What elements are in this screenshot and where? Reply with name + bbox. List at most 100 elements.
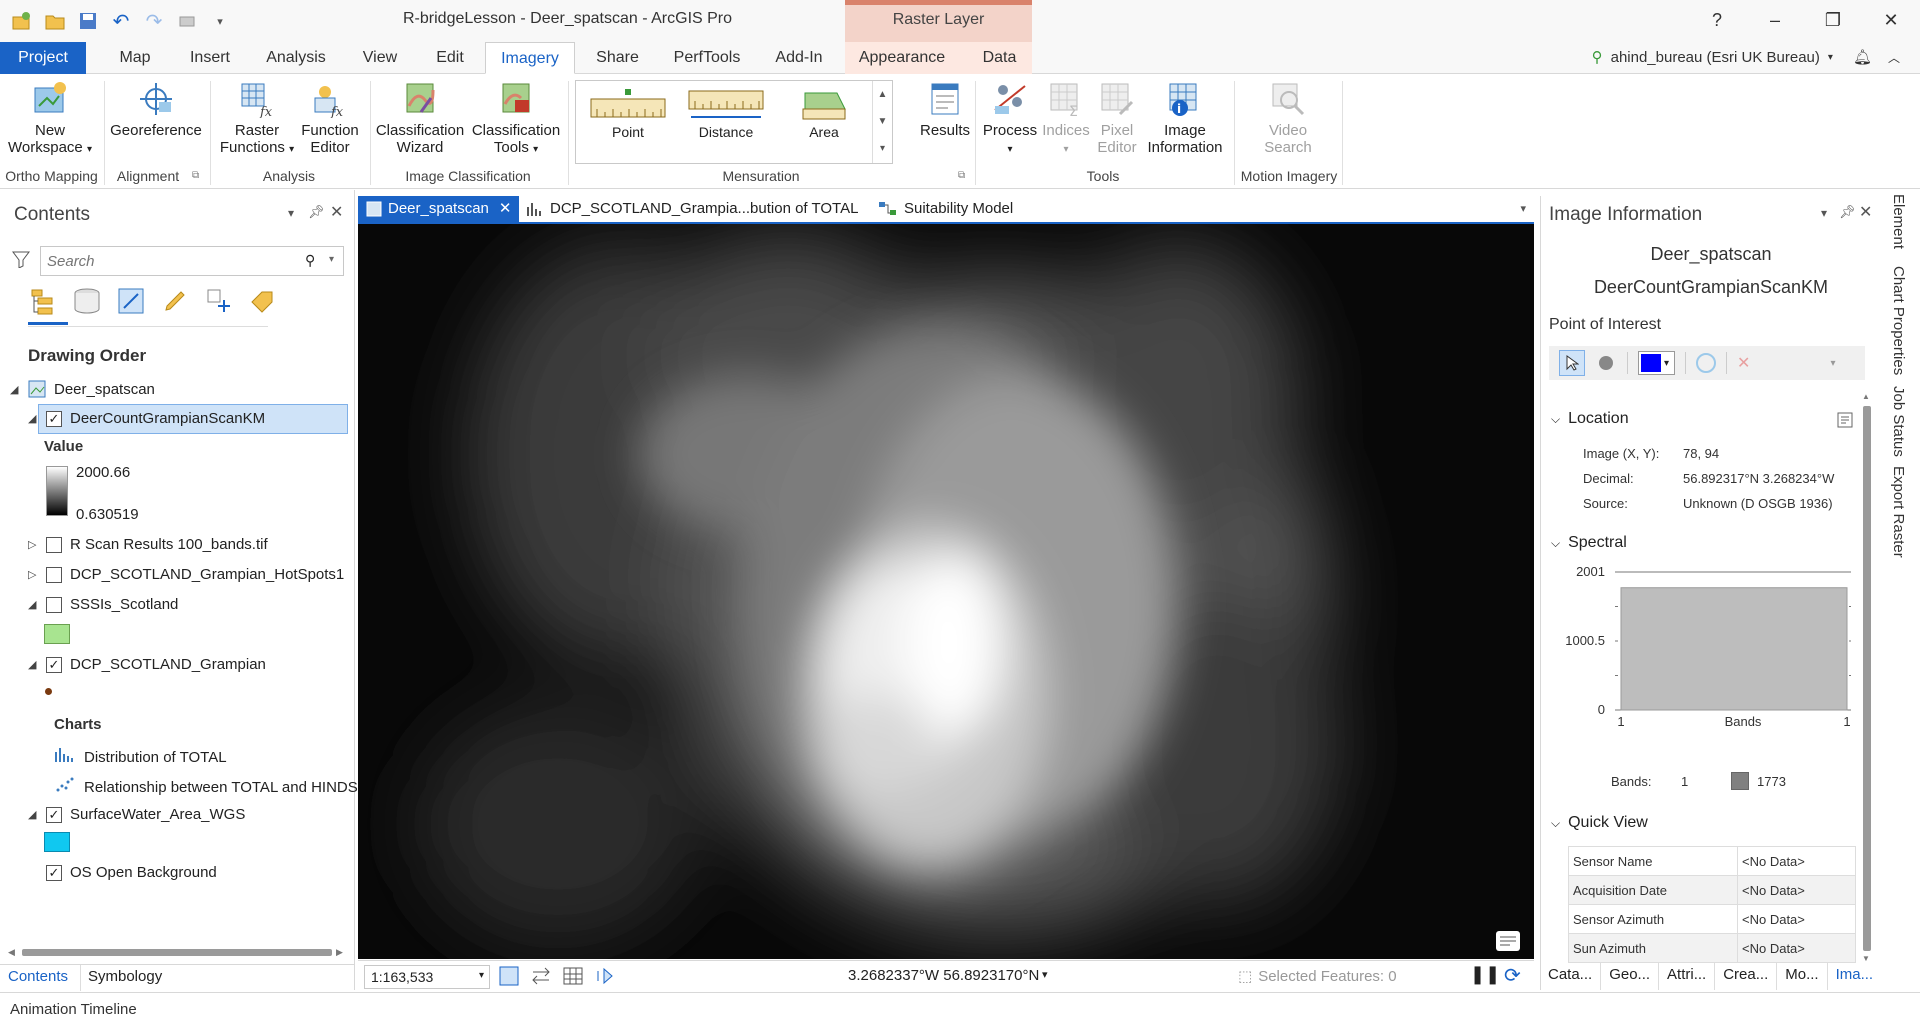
layer-visibility-checkbox[interactable]: ✓	[46, 656, 62, 673]
map-view[interactable]	[358, 224, 1534, 959]
snapping-icon[interactable]	[204, 286, 234, 316]
expand-toggle[interactable]: ◢	[28, 808, 38, 821]
spectral-section[interactable]: ⌵ Spectral	[1551, 534, 1627, 552]
raster-functions-button[interactable]: fx Raster Functions ▾	[214, 80, 300, 158]
tab-create[interactable]: Crea...	[1715, 962, 1778, 990]
new-workspace-button[interactable]: New Workspace ▾	[4, 80, 96, 158]
toc-layer-rscan[interactable]: ▷ R Scan Results 100_bands.tif	[28, 536, 268, 553]
tab-data[interactable]: Data	[972, 42, 1027, 74]
tab-geoprocessing[interactable]: Geo...	[1601, 962, 1660, 990]
tab-map[interactable]: Map	[110, 42, 160, 74]
selected-features[interactable]: ⬚ Selected Features: 0	[1238, 967, 1397, 986]
drawing-order-icon[interactable]	[28, 286, 58, 316]
layer-visibility-checkbox[interactable]: ✓	[46, 864, 62, 881]
open-folder-icon[interactable]	[43, 9, 67, 33]
tab-analysis[interactable]: Analysis	[260, 42, 332, 74]
toc-layer-os-background[interactable]: ✓ OS Open Background	[28, 864, 217, 881]
expand-toggle[interactable]: ▷	[28, 538, 38, 551]
toc-layer-water[interactable]: ◢ ✓ SurfaceWater_Area_WGS	[28, 806, 245, 823]
tab-modify[interactable]: Mo...	[1777, 962, 1828, 990]
classification-tools-button[interactable]: Classification Tools ▾	[468, 80, 564, 158]
sssi-symbol[interactable]	[44, 624, 70, 644]
toc-layer-sssi[interactable]: ◢ SSSIs_Scotland	[28, 596, 178, 613]
chevron-down-icon[interactable]: ▾	[329, 254, 334, 265]
horizontal-scrollbar[interactable]: ◀ ▶	[8, 946, 344, 958]
side-tab-element[interactable]: Element	[1890, 194, 1907, 249]
tab-share[interactable]: Share	[590, 42, 645, 74]
pane-menu-icon[interactable]: ▾	[1821, 206, 1827, 220]
water-symbol[interactable]	[44, 832, 70, 852]
coordinate-format-dropdown[interactable]: ▾	[1042, 968, 1048, 981]
toc-chart-relationship[interactable]: Relationship between TOTAL and HINDS	[54, 776, 358, 798]
layer-visibility-checkbox[interactable]	[46, 536, 62, 553]
data-source-icon[interactable]	[72, 286, 102, 316]
maximize-button[interactable]: ❐	[1804, 0, 1862, 40]
clear-poi-icon[interactable]: ✕	[1737, 353, 1750, 373]
layer-visibility-checkbox[interactable]	[46, 596, 62, 613]
pause-drawing-icon[interactable]: ❚❚	[1470, 964, 1500, 985]
tab-insert[interactable]: Insert	[180, 42, 240, 74]
collapse-ribbon-icon[interactable]: ︿	[1888, 49, 1900, 66]
poi-color-picker[interactable]: ▾	[1638, 351, 1676, 375]
save-icon[interactable]	[76, 9, 100, 33]
measure-area-button[interactable]: Area	[794, 85, 854, 140]
tab-edit[interactable]: Edit	[428, 42, 472, 74]
refresh-icon[interactable]: ⟳	[1504, 963, 1521, 988]
tab-suitability-model[interactable]: Suitability Model	[870, 196, 1021, 222]
redo-icon[interactable]: ↷	[142, 9, 166, 33]
pane-menu-icon[interactable]: ▾	[288, 206, 294, 220]
measure-distance-button[interactable]: Distance	[686, 85, 766, 140]
undo-icon[interactable]: ↶	[109, 9, 133, 33]
animation-timeline-tab[interactable]: Animation Timeline	[10, 1001, 137, 1018]
editing-pencil-icon[interactable]	[160, 286, 190, 316]
close-button[interactable]: ✕	[1862, 0, 1920, 40]
table-grid-icon[interactable]	[562, 965, 584, 987]
selection-icon[interactable]	[116, 286, 146, 316]
indices-button[interactable]: Σ Indices ▾	[1036, 80, 1096, 158]
help-button[interactable]: ?	[1688, 0, 1746, 40]
tab-perftools[interactable]: PerfTools	[667, 42, 747, 74]
tab-catalog[interactable]: Cata...	[1540, 962, 1602, 990]
close-pane-icon[interactable]: ✕	[330, 202, 343, 222]
pin-icon[interactable]: 📌︎	[308, 204, 325, 220]
pixel-editor-button[interactable]: Pixel Editor	[1090, 80, 1144, 156]
close-tab-icon[interactable]: ✕	[499, 196, 512, 222]
expand-toggle[interactable]: ◢	[28, 658, 38, 671]
search-icon[interactable]: ⚲	[305, 252, 315, 269]
chart-bar[interactable]	[1620, 587, 1848, 711]
poi-select-tool[interactable]	[1559, 350, 1585, 376]
vertical-scrollbar[interactable]: ▲ ▼	[1862, 392, 1872, 963]
scale-swap-icon[interactable]	[530, 965, 552, 987]
map-notes-icon[interactable]	[1496, 931, 1520, 951]
video-search-button[interactable]: Video Search	[1240, 80, 1336, 156]
navigate-icon[interactable]	[594, 965, 616, 987]
new-project-icon[interactable]	[10, 9, 34, 33]
point-symbol[interactable]	[45, 688, 52, 695]
expand-toggle[interactable]: ▷	[28, 568, 38, 581]
results-button[interactable]: Results	[910, 80, 980, 139]
location-section[interactable]: ⌵ Location	[1551, 410, 1629, 428]
toc-chart-distribution[interactable]: Distribution of TOTAL	[54, 746, 227, 768]
chevron-down-icon[interactable]: ▾	[1830, 358, 1835, 369]
expand-toggle[interactable]: ◢	[28, 412, 38, 425]
georeference-button[interactable]: Georeference	[108, 80, 204, 139]
gallery-scroll[interactable]: ▲ ▼ ▾	[872, 81, 892, 163]
tab-project[interactable]: Project	[0, 42, 86, 74]
toc-map-deer-spatscan[interactable]: ◢ Deer_spatscan	[10, 380, 155, 398]
dialog-launcher-icon[interactable]: ⧉	[192, 170, 199, 181]
pin-icon[interactable]: 📌︎	[1839, 204, 1856, 220]
tab-attributes[interactable]: Attri...	[1659, 962, 1716, 990]
contents-search-input[interactable]	[41, 247, 301, 275]
layer-visibility-checkbox[interactable]: ✓	[46, 806, 62, 823]
tab-contents[interactable]: Contents	[8, 968, 68, 985]
expand-toggle[interactable]: ◢	[10, 383, 20, 396]
toc-layer-deercount[interactable]: ◢ ✓ DeerCountGrampianScanKM	[28, 410, 265, 427]
tab-deer-spatscan[interactable]: Deer_spatscan ✕	[358, 196, 520, 222]
layer-visibility-checkbox[interactable]: ✓	[46, 410, 62, 427]
function-editor-button[interactable]: fx Function Editor	[296, 80, 364, 156]
layer-visibility-checkbox[interactable]	[46, 566, 62, 583]
tab-add-in[interactable]: Add-In	[768, 42, 830, 74]
minimize-button[interactable]: –	[1746, 0, 1804, 40]
tab-imagery[interactable]: Imagery	[485, 42, 575, 74]
side-tab-export-raster[interactable]: Export Raster	[1890, 466, 1907, 558]
